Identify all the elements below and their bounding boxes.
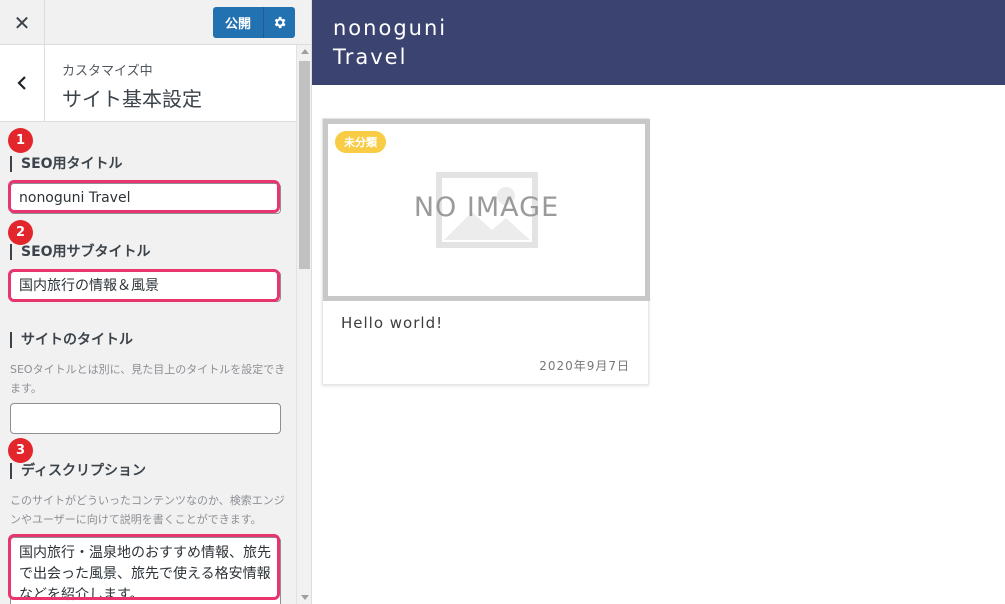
category-badge[interactable]: 未分類	[335, 131, 386, 153]
site-title-line-1: nonoguni	[333, 16, 448, 40]
seo-subtitle-label: SEO用サブタイトル	[10, 244, 151, 260]
noimage-text: NO IMAGE	[413, 192, 560, 223]
scroll-thumb[interactable]	[299, 61, 310, 269]
chevron-left-icon	[17, 76, 26, 90]
scroll-up-arrow-icon[interactable]	[301, 49, 309, 54]
post-thumbnail[interactable]: NO IMAGE 未分類	[323, 119, 650, 301]
post-card[interactable]: NO IMAGE 未分類 Hello world! 2020年9月7日	[322, 118, 650, 385]
close-button[interactable]: ✕	[0, 0, 45, 45]
gear-icon	[274, 16, 286, 29]
sidebar-scrollbar[interactable]	[296, 45, 311, 604]
site-title-label: サイトのタイトル	[10, 332, 133, 348]
customizing-label: カスタマイズ中	[62, 64, 153, 79]
site-preview: nonoguni Travel NO IMAGE 未分類 Hello world…	[312, 0, 1005, 604]
seo-title-label: SEO用タイトル	[10, 156, 123, 172]
site-title-line-2: Travel	[333, 45, 408, 69]
site-title-description: SEOタイトルとは別に、見た目上のタイトルを設定できます。	[10, 363, 286, 395]
customizer-sidebar: ✕ 公開 カスタマイズ中 サイト基本設定 1 SEO用タイトル nonoguni…	[0, 0, 312, 604]
customizer-topbar: ✕ 公開	[0, 0, 311, 45]
publish-settings-button[interactable]	[264, 7, 295, 38]
publish-button[interactable]: 公開	[213, 7, 264, 38]
annotation-badge-2: 2	[8, 220, 33, 245]
seo-subtitle-input[interactable]: 国内旅行の情報＆風景	[10, 271, 281, 302]
close-icon: ✕	[13, 10, 31, 35]
seo-title-input[interactable]: nonoguni Travel	[10, 183, 281, 214]
site-title-input[interactable]	[10, 403, 281, 434]
publish-group: 公開	[213, 7, 295, 38]
post-title[interactable]: Hello world!	[341, 314, 443, 332]
description-textarea[interactable]: 国内旅行・温泉地のおすすめ情報、旅先で出会った風景、旅先で使える格安情報などを紹…	[10, 537, 281, 604]
description-label: ディスクリプション	[10, 463, 146, 479]
scroll-down-arrow-icon[interactable]	[301, 595, 309, 600]
site-title[interactable]: nonoguni Travel	[333, 14, 447, 72]
post-date: 2020年9月7日	[539, 359, 630, 373]
site-header: nonoguni Travel	[312, 0, 1005, 85]
annotation-badge-3: 3	[8, 438, 33, 463]
annotation-badge-1: 1	[8, 128, 33, 153]
description-help: このサイトがどういったコンテンツなのか、検索エンジンやユーザーに向けて説明を書く…	[10, 494, 285, 526]
section-header: カスタマイズ中 サイト基本設定	[0, 45, 296, 122]
section-title: サイト基本設定	[62, 87, 202, 111]
back-button[interactable]	[0, 45, 45, 121]
